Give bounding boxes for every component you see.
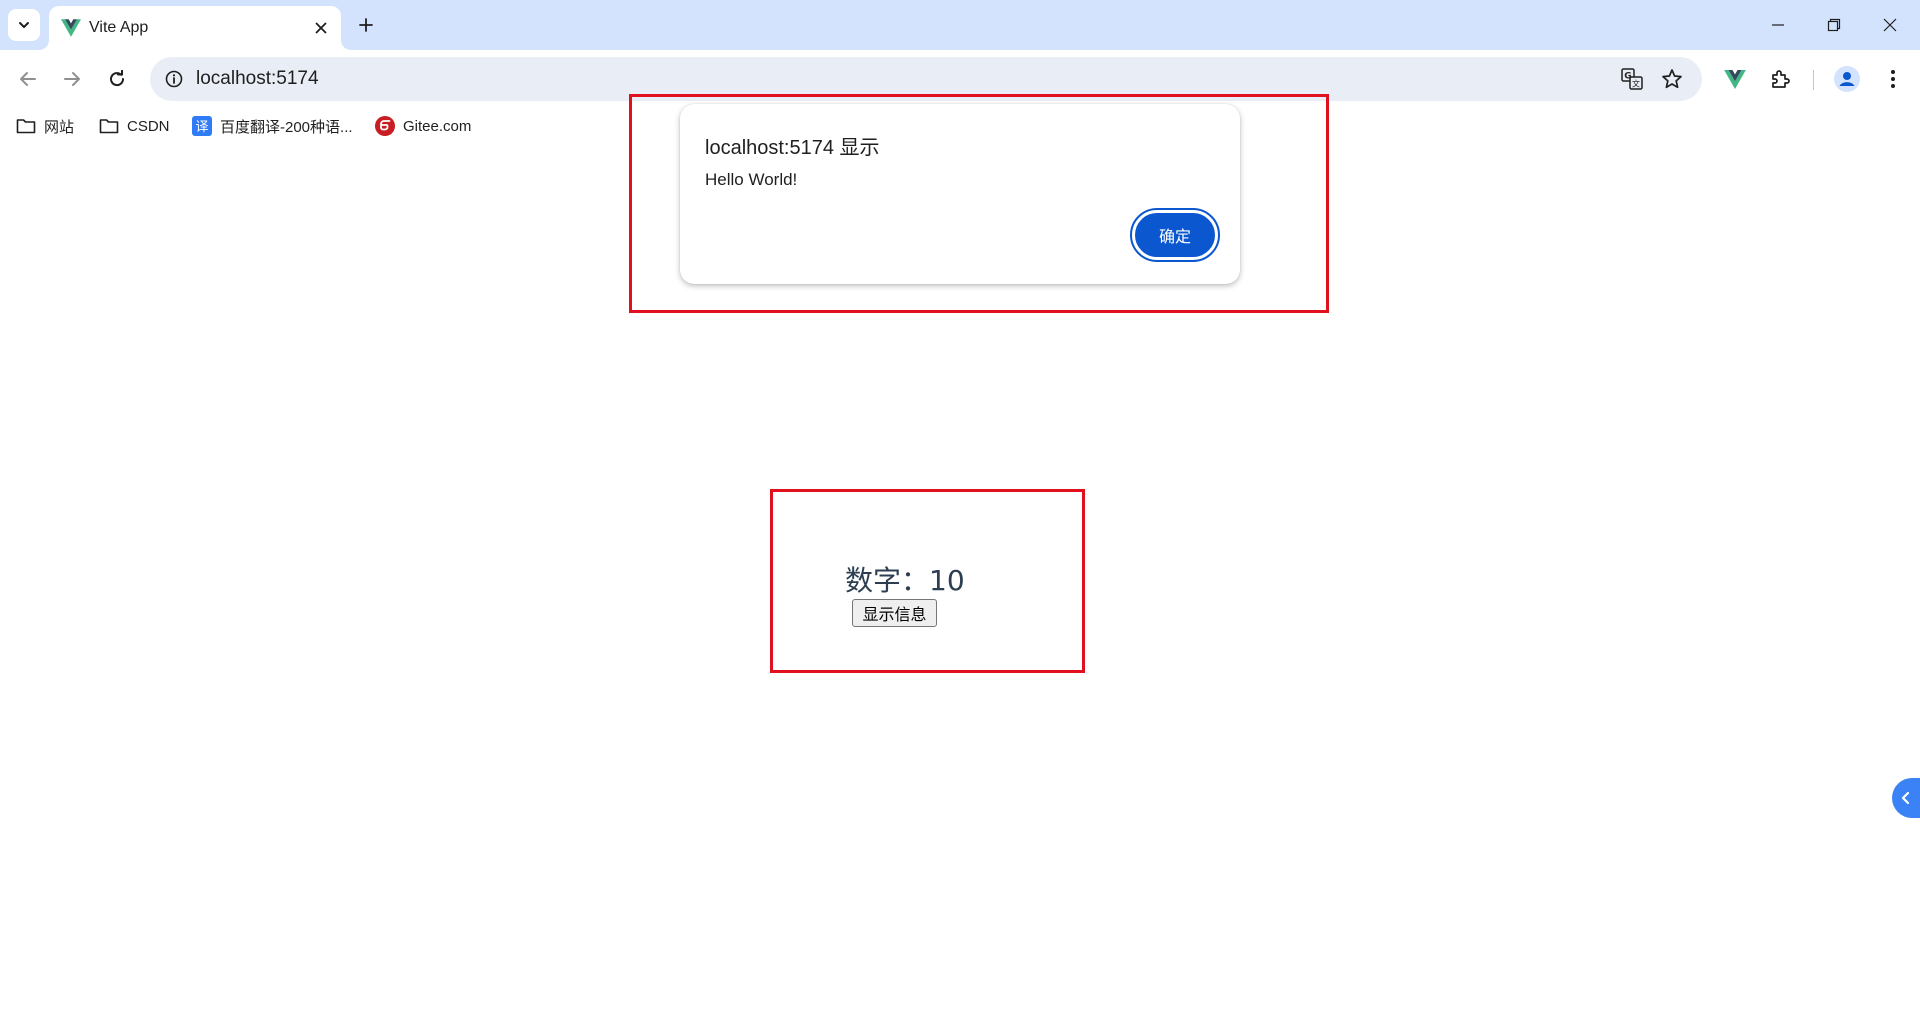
tab-title: Vite App — [89, 19, 149, 36]
bookmark-star-button[interactable] — [1660, 67, 1684, 91]
bookmark-label: Gitee.com — [403, 117, 472, 135]
side-panel-toggle[interactable] — [1892, 778, 1920, 818]
gitee-icon — [375, 116, 395, 136]
bookmark-label: 网站 — [44, 118, 75, 136]
restore-button[interactable] — [1806, 0, 1862, 50]
bookmark-label: 百度翻译-200种语... — [220, 118, 353, 136]
chevron-down-icon — [19, 22, 29, 28]
chevron-left-icon — [1901, 791, 1910, 805]
tab-search-button[interactable] — [8, 9, 40, 41]
dialog-title: localhost:5174 显示 — [705, 137, 880, 159]
info-icon — [165, 70, 183, 88]
reload-icon — [110, 70, 125, 87]
number-value: 10 — [929, 564, 965, 597]
puzzle-icon — [1772, 70, 1790, 88]
arrow-left-icon — [20, 72, 36, 86]
folder-icon — [99, 117, 119, 135]
folder-icon — [16, 117, 36, 135]
number-display: 数字：10 — [845, 559, 965, 599]
vue-devtools-extension-button[interactable] — [1720, 64, 1750, 94]
svg-text:译: 译 — [195, 120, 208, 135]
number-label: 数字： — [845, 564, 930, 597]
restore-icon — [1827, 18, 1841, 32]
tab-close-button[interactable] — [309, 16, 333, 40]
bookmark-folder-csdn[interactable]: CSDN — [99, 114, 170, 138]
close-icon — [315, 22, 327, 34]
more-vert-icon — [1891, 70, 1895, 88]
baidu-translate-icon: 译 — [192, 116, 212, 136]
forward-button[interactable] — [54, 61, 90, 97]
arrow-right-icon — [64, 72, 80, 86]
page-viewport: localhost:5174 显示 Hello World! 确定 数字：10 … — [0, 94, 1920, 1030]
tab-vite-app[interactable]: Vite App — [49, 6, 341, 50]
bookmark-baidu-translate[interactable]: 译 百度翻译-200种语... — [192, 114, 353, 138]
vue-logo-icon — [1724, 69, 1746, 89]
dialog-ok-button[interactable]: 确定 — [1130, 208, 1220, 262]
new-tab-button[interactable] — [352, 11, 380, 39]
vue-logo-icon — [61, 19, 81, 37]
show-info-button[interactable]: 显示信息 — [852, 599, 937, 627]
star-icon — [1662, 69, 1682, 89]
url-text[interactable]: localhost:5174 — [196, 68, 319, 90]
translate-icon: G文 — [1621, 68, 1643, 90]
dialog-message: Hello World! — [705, 170, 798, 189]
avatar-icon — [1834, 66, 1860, 92]
extensions-button[interactable] — [1766, 64, 1796, 94]
alert-dialog: localhost:5174 显示 Hello World! 确定 — [680, 104, 1240, 284]
back-button[interactable] — [10, 61, 46, 97]
reload-button[interactable] — [99, 61, 135, 97]
minimize-button[interactable] — [1750, 0, 1806, 50]
bookmark-gitee[interactable]: Gitee.com — [375, 114, 471, 138]
close-window-button[interactable] — [1862, 0, 1918, 50]
menu-button[interactable] — [1878, 64, 1908, 94]
minimize-icon — [1772, 24, 1784, 26]
plus-icon — [359, 18, 373, 32]
profile-button[interactable] — [1832, 64, 1862, 94]
tab-strip: Vite App — [0, 0, 1920, 50]
site-info-button[interactable] — [162, 67, 186, 91]
translate-button[interactable]: G文 — [1620, 67, 1644, 91]
toolbar-divider — [1813, 70, 1814, 90]
bookmark-folder-websites[interactable]: 网站 — [16, 114, 74, 138]
svg-text:文: 文 — [1632, 79, 1640, 89]
bookmark-label: CSDN — [127, 117, 170, 135]
close-icon — [1883, 18, 1897, 32]
